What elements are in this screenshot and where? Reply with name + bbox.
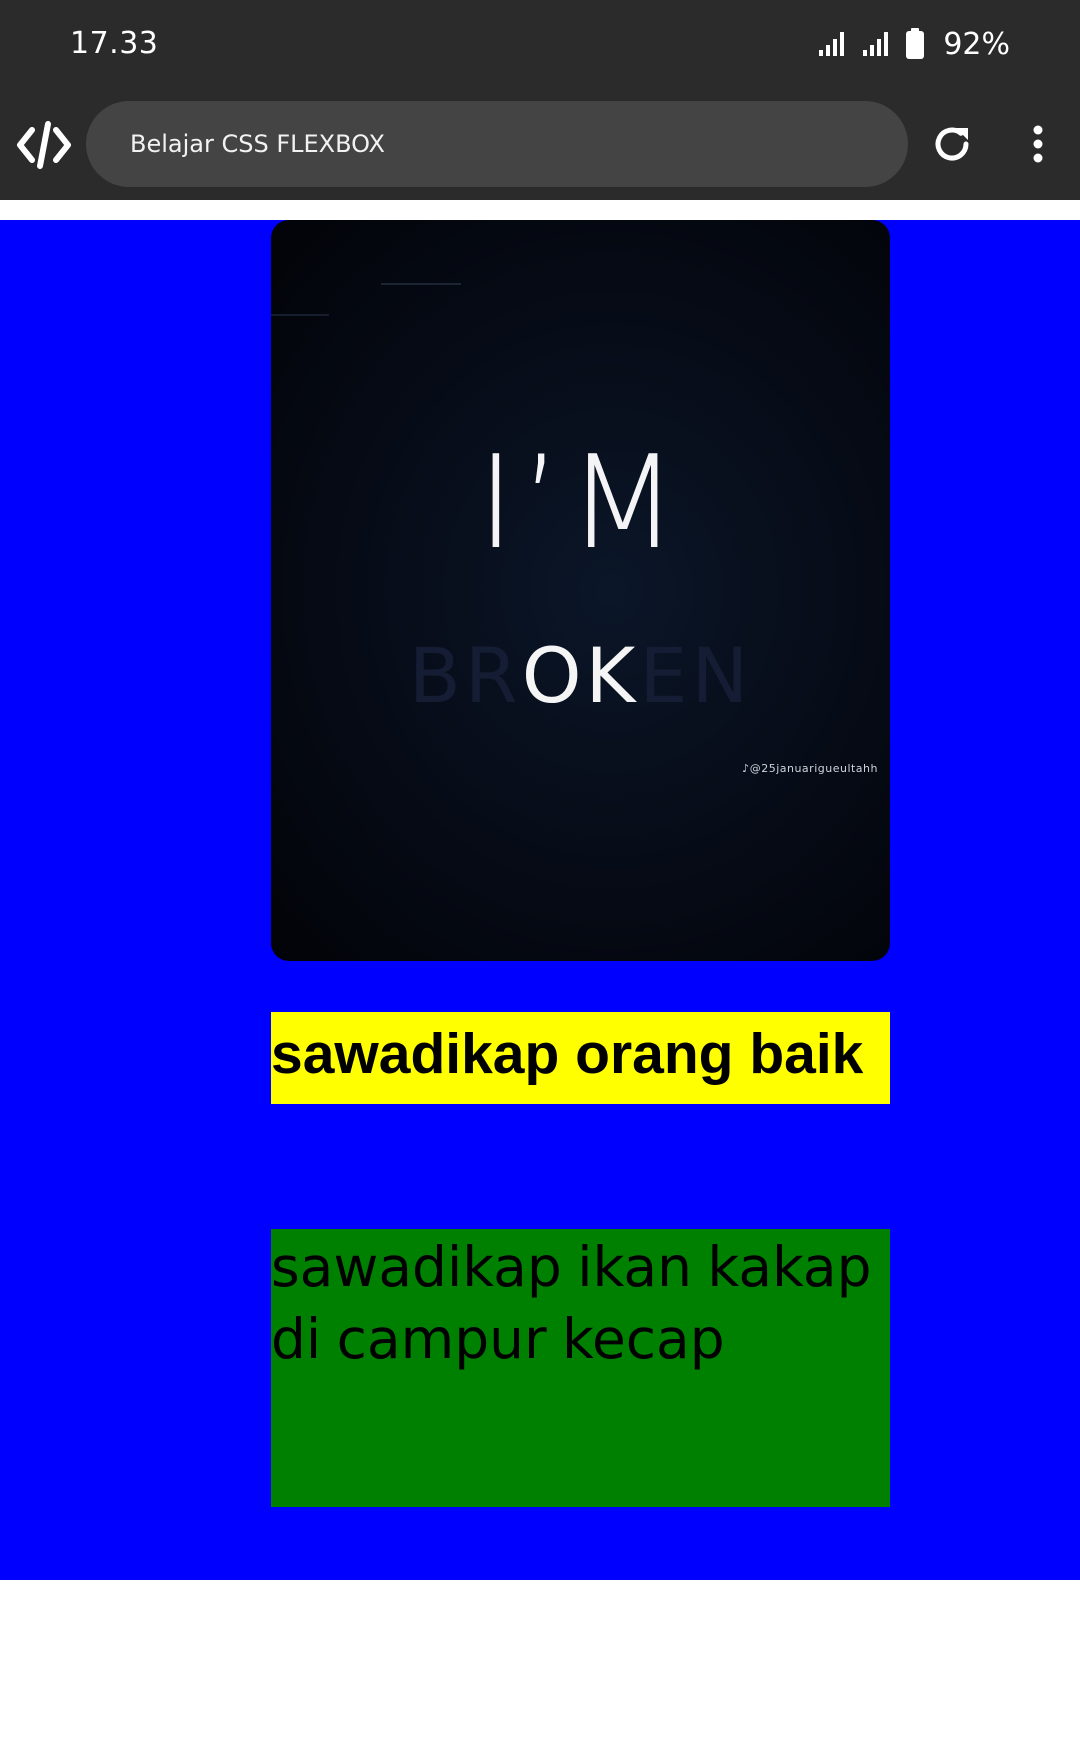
status-bar: 17.33 92%	[0, 0, 1080, 92]
battery-icon	[905, 28, 925, 60]
signal-icon	[817, 30, 847, 58]
reload-button[interactable]	[928, 120, 976, 168]
image-decoration	[271, 283, 461, 316]
url-bar-text: Belajar CSS FLEXBOX	[130, 130, 385, 158]
image-text-faint-left: BR	[408, 631, 522, 720]
image-text-line1: I’M	[477, 429, 684, 578]
more-options-button[interactable]	[1018, 120, 1058, 168]
reload-icon	[935, 127, 969, 161]
browser-toolbar: Belajar CSS FLEXBOX	[0, 92, 1080, 200]
image-text-faint-right: EN	[639, 631, 753, 720]
status-time: 17.33	[70, 26, 159, 61]
flex-container: I’M BROKEN ♪@25januarigueultahh sawadika…	[0, 220, 1080, 1580]
more-vert-icon	[1033, 125, 1043, 163]
image-text-line2: BROKEN	[271, 638, 890, 714]
status-icons: 92%	[817, 24, 1010, 64]
image-text-bright: OK	[521, 631, 640, 720]
signal-icon	[861, 30, 891, 58]
yellow-text-box: sawadikap orang baik	[271, 1012, 890, 1104]
im-broken-image: I’M BROKEN ♪@25januarigueultahh	[271, 220, 890, 961]
url-bar[interactable]: Belajar CSS FLEXBOX	[86, 101, 908, 187]
code-brackets-icon[interactable]	[16, 120, 72, 170]
image-watermark: ♪@25januarigueultahh	[742, 762, 878, 775]
page-top-margin	[0, 200, 1080, 220]
battery-percentage: 92%	[943, 26, 1010, 62]
green-text-box: sawadikap ikan kakap di campur kecap	[271, 1229, 890, 1507]
